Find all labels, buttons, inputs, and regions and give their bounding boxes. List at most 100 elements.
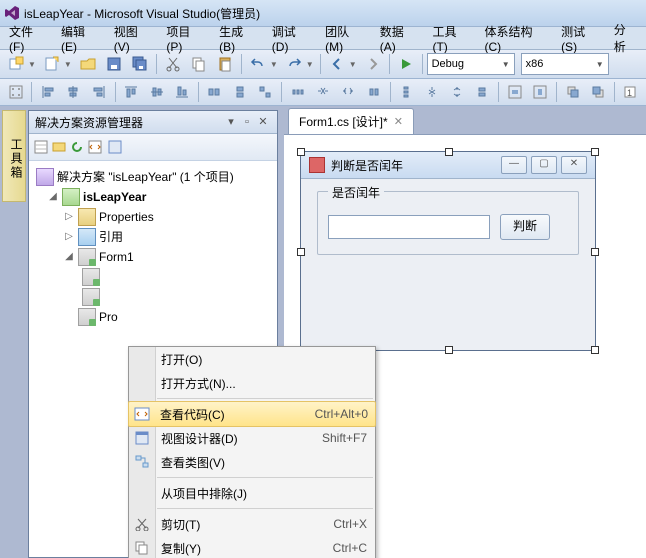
vspace-equal-button[interactable] (395, 80, 418, 104)
align-top-button[interactable] (120, 80, 143, 104)
copy-button[interactable] (187, 52, 211, 76)
hspace-equal-button[interactable] (286, 80, 309, 104)
groupbox[interactable]: 是否闰年 判断 (317, 191, 579, 255)
ctx-open-with[interactable]: 打开方式(N)... (129, 371, 375, 395)
align-center-button[interactable] (62, 80, 85, 104)
judge-button[interactable]: 判断 (500, 214, 550, 240)
open-button[interactable] (76, 52, 100, 76)
undo-button[interactable] (246, 52, 270, 76)
close-tab-button[interactable]: ✕ (394, 115, 403, 128)
bring-front-button[interactable] (561, 80, 584, 104)
platform-value: x86 (526, 58, 544, 70)
ctx-cut[interactable]: 剪切(T)Ctrl+X (129, 512, 375, 536)
ctx-copy[interactable]: 复制(Y)Ctrl+C (129, 536, 375, 558)
form-title: 判断是否闰年 (331, 157, 403, 174)
paste-button[interactable] (213, 52, 237, 76)
menu-team[interactable]: 团队(M) (318, 21, 373, 56)
references-node[interactable]: ▷引用 (33, 227, 273, 247)
form-icon (78, 248, 96, 266)
menu-analyze[interactable]: 分析 (607, 19, 644, 57)
show-all-button[interactable] (51, 139, 67, 155)
hspace-remove-button[interactable] (362, 80, 385, 104)
doc-tab-label: Form1.cs [设计]* (299, 113, 388, 130)
same-width-button[interactable] (203, 80, 226, 104)
menu-edit[interactable]: 编辑(E) (54, 21, 107, 56)
menu-test[interactable]: 测试(S) (554, 21, 607, 56)
solution-icon (36, 168, 54, 186)
ctx-open[interactable]: 打开(O) (129, 347, 375, 371)
view-code-button[interactable] (87, 139, 103, 155)
copy-icon (133, 539, 151, 557)
form-child-2[interactable] (33, 287, 273, 307)
open-icon (133, 350, 151, 368)
center-h-button[interactable] (503, 80, 526, 104)
doc-tab-form1[interactable]: Form1.cs [设计]* ✕ (288, 108, 414, 134)
menu-view[interactable]: 视图(V) (107, 21, 160, 56)
save-button[interactable] (102, 52, 126, 76)
ctx-exclude[interactable]: 从项目中排除(J) (129, 481, 375, 505)
solution-toolbar (29, 134, 277, 161)
panel-menu-button[interactable]: ▾ (223, 114, 239, 130)
tab-order-button[interactable]: 1 (619, 80, 642, 104)
menu-project[interactable]: 项目(P) (159, 21, 212, 56)
menu-data[interactable]: 数据(A) (373, 21, 426, 56)
solution-label: 解决方案 "isLeapYear" (1 个项目) (57, 167, 234, 187)
save-all-button[interactable] (128, 52, 152, 76)
view-designer-button[interactable] (107, 139, 123, 155)
hspace-inc-button[interactable] (311, 80, 334, 104)
close-button[interactable]: ✕ (561, 156, 587, 174)
send-back-button[interactable] (586, 80, 609, 104)
center-v-button[interactable] (529, 80, 552, 104)
solution-node[interactable]: 解决方案 "isLeapYear" (1 个项目) (33, 167, 273, 187)
vspace-inc-button[interactable] (420, 80, 443, 104)
properties-button[interactable] (33, 139, 49, 155)
vspace-dec-button[interactable] (445, 80, 468, 104)
platform-combo[interactable]: x86▼ (521, 53, 609, 75)
folder-icon (78, 208, 96, 226)
nav-fwd-button[interactable] (361, 52, 385, 76)
form-node[interactable]: ◢Form1 (33, 247, 273, 267)
maximize-button[interactable]: ▢ (531, 156, 557, 174)
panel-close-button[interactable]: ✕ (255, 114, 271, 130)
config-value: Debug (432, 58, 464, 70)
form-child-1[interactable] (33, 267, 273, 287)
align-middle-button[interactable] (145, 80, 168, 104)
add-item-button[interactable] (40, 52, 64, 76)
project-label: isLeapYear (83, 187, 146, 207)
textbox[interactable] (328, 215, 490, 239)
minimize-button[interactable]: — (501, 156, 527, 174)
vspace-remove-button[interactable] (471, 80, 494, 104)
menu-tools[interactable]: 工具(T) (425, 21, 477, 56)
toolbox-tab[interactable]: 工具箱 (2, 110, 26, 202)
menu-debug[interactable]: 调试(D) (265, 21, 318, 56)
program-node[interactable]: Pro (33, 307, 273, 327)
ctx-view-code[interactable]: 查看代码(C)Ctrl+Alt+0 (128, 401, 376, 427)
config-combo[interactable]: Debug▼ (427, 53, 515, 75)
align-right-button[interactable] (87, 80, 110, 104)
ctx-view-designer[interactable]: 视图设计器(D)Shift+F7 (129, 426, 375, 450)
project-node[interactable]: ◢isLeapYear (33, 187, 273, 207)
align-bottom-button[interactable] (170, 80, 193, 104)
refresh-button[interactable] (69, 139, 85, 155)
class-diagram-icon (133, 453, 151, 471)
same-height-button[interactable] (228, 80, 251, 104)
menu-arch[interactable]: 体系结构(C) (478, 21, 555, 56)
menu-file[interactable]: 文件(F) (2, 21, 54, 56)
panel-pin-button[interactable]: ▫ (239, 114, 255, 130)
align-grid-button[interactable] (4, 80, 27, 104)
cut-button[interactable] (161, 52, 185, 76)
new-project-button[interactable] (4, 52, 28, 76)
properties-label: Properties (99, 207, 154, 227)
csharp-project-icon (62, 188, 80, 206)
redo-button[interactable] (282, 52, 306, 76)
references-icon (78, 228, 96, 246)
ctx-class-diagram[interactable]: 查看类图(V) (129, 450, 375, 474)
properties-node[interactable]: ▷Properties (33, 207, 273, 227)
menu-build[interactable]: 生成(B) (212, 21, 265, 56)
nav-back-button[interactable] (325, 52, 349, 76)
start-button[interactable] (394, 52, 418, 76)
hspace-dec-button[interactable] (337, 80, 360, 104)
designed-form[interactable]: 判断是否闰年 — ▢ ✕ 是否闰年 判断 (300, 151, 596, 351)
same-size-button[interactable] (254, 80, 277, 104)
align-left-button[interactable] (36, 80, 59, 104)
